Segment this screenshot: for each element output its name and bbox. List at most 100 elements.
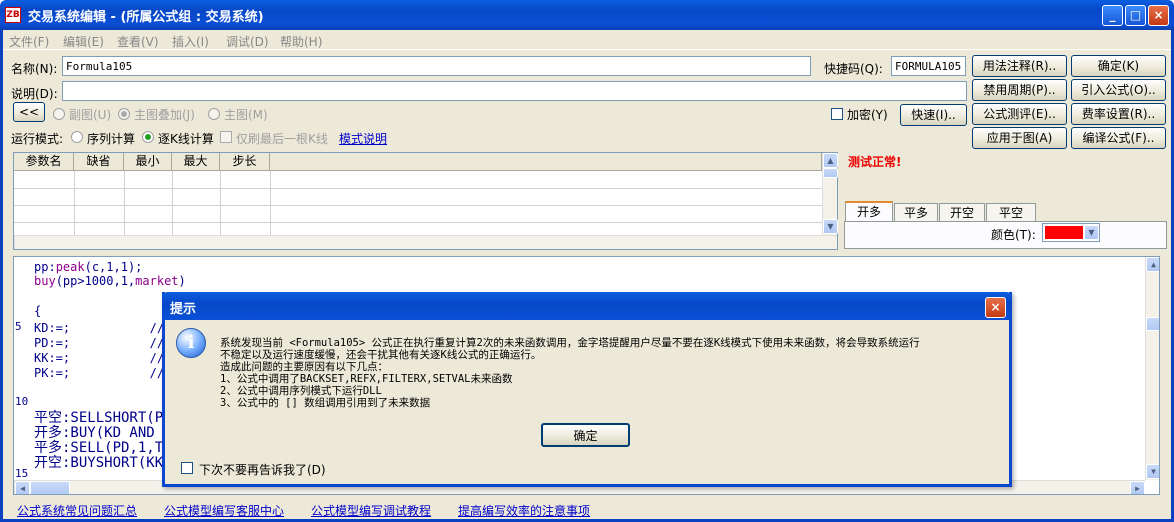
line-number: 15 xyxy=(15,467,29,480)
name-input[interactable]: Formula105 xyxy=(62,56,811,76)
support-center-link[interactable]: 公式模型编写客服中心 xyxy=(164,502,284,519)
color-select[interactable]: ▼ xyxy=(1042,223,1100,242)
info-icon: i xyxy=(176,328,206,358)
dialog-ok-button[interactable]: 确定 xyxy=(541,423,630,447)
col-header-max: 最大 xyxy=(172,153,220,171)
compile-formula-button[interactable]: 编译公式(F).. xyxy=(1071,127,1166,149)
collapse-button[interactable]: << xyxy=(13,102,45,122)
app-icon: ZB xyxy=(5,7,21,23)
sequence-mode-radio[interactable] xyxy=(71,131,83,143)
col-header-min: 最小 xyxy=(124,153,172,171)
editor-vscrollbar[interactable]: ▲ ▼ xyxy=(1145,257,1159,480)
test-status: 测试正常! xyxy=(848,155,902,169)
scroll-right-icon[interactable]: ▶ xyxy=(1130,481,1145,494)
mode-description-link[interactable]: 模式说明 xyxy=(339,130,387,147)
tab-open-long[interactable]: 开多 xyxy=(845,201,893,223)
param-table[interactable]: 参数名 缺省 最小 最大 步长 ▲ ▼ xyxy=(13,152,838,250)
subchart-radio xyxy=(53,108,65,120)
code-line: PK:=; //平 xyxy=(34,366,177,380)
scroll-down-icon[interactable]: ▼ xyxy=(823,219,838,234)
scroll-thumb[interactable] xyxy=(823,168,838,178)
tab-open-short[interactable]: 开空 xyxy=(939,203,985,223)
encrypt-checkbox[interactable] xyxy=(831,108,843,120)
code-line: { xyxy=(34,304,42,318)
dialog-message-line: 造成此问题的主要原因有以下几点： xyxy=(220,361,388,373)
shortcut-input[interactable]: FORMULA105 xyxy=(891,56,966,76)
dont-ask-label: 下次不要再告诉我了(D) xyxy=(199,463,326,477)
dialog-title-bar xyxy=(162,292,1012,320)
efficiency-tips-link[interactable]: 提高编写效率的注意事项 xyxy=(458,502,590,519)
scroll-up-icon[interactable]: ▲ xyxy=(823,153,838,168)
run-mode-label: 运行模式: xyxy=(11,132,64,146)
main-overlay-radio xyxy=(118,108,130,120)
tab-close-long[interactable]: 平多 xyxy=(894,203,938,223)
menu-view[interactable]: 查看(V) xyxy=(117,33,159,50)
kline-mode-label: 逐K线计算 xyxy=(158,132,214,146)
code-text: pp: xyxy=(34,260,56,274)
param-vscrollbar[interactable]: ▲ ▼ xyxy=(822,153,838,235)
tab-close-short[interactable]: 平空 xyxy=(986,203,1036,223)
import-formula-button[interactable]: 引入公式(O).. xyxy=(1071,79,1166,101)
desc-label: 说明(D): xyxy=(11,87,58,101)
sequence-mode-label: 序列计算 xyxy=(87,132,136,146)
dialog-message-line: 1、公式中调用了BACKSET,REFX,FILTERX,SETVAL未来函数 xyxy=(220,373,513,385)
dialog-title: 提示 xyxy=(170,302,197,317)
scroll-thumb[interactable] xyxy=(1146,317,1159,331)
window-title: 交易系统编辑 - (所属公式组 : 交易系统) xyxy=(28,10,264,25)
disable-period-button[interactable]: 禁用周期(P).. xyxy=(972,79,1067,101)
line-number: 10 xyxy=(15,395,29,408)
line-number: 5 xyxy=(15,320,22,333)
col-header-name: 参数名 xyxy=(14,153,74,171)
param-hscrollbar[interactable] xyxy=(14,235,837,249)
col-header-default: 缺省 xyxy=(74,153,124,171)
code-function: peak xyxy=(55,260,85,274)
subchart-label: 副图(U) xyxy=(69,108,112,122)
apply-to-chart-button[interactable]: 应用于图(A) xyxy=(972,127,1067,149)
dialog-message-line: 系统发现当前 <Formula105> 公式正在执行重复计算2次的未来函数调用，… xyxy=(220,337,920,349)
refresh-last-checkbox xyxy=(220,131,232,143)
close-button[interactable]: × xyxy=(1148,5,1169,26)
menu-edit[interactable]: 编辑(E) xyxy=(63,33,104,50)
param-table-grid xyxy=(14,171,822,237)
color-label: 颜色(T): xyxy=(991,228,1036,242)
quick-button[interactable]: 快速(I).. xyxy=(900,104,967,126)
name-label: 名称(N): xyxy=(11,62,58,76)
scroll-left-icon[interactable]: ◀ xyxy=(15,481,30,494)
dialog-message-line: 3、公式中的 [] 数组调用引用到了未来数据 xyxy=(220,397,431,409)
color-swatch xyxy=(1045,226,1083,239)
code-function: buy xyxy=(34,274,56,288)
menu-debug[interactable]: 调试(D) xyxy=(226,33,269,50)
code-text: (c,1,1); xyxy=(84,260,143,274)
main-chart-label: 主图(M) xyxy=(224,108,268,122)
main-chart-radio xyxy=(208,108,220,120)
tutorial-link[interactable]: 公式模型编写调试教程 xyxy=(311,502,431,519)
col-header-spacer xyxy=(270,153,822,171)
dialog-message-line: 不稳定以及运行速度缓慢，还会干扰其他有关逐K线公式的正确运行。 xyxy=(220,349,542,361)
fee-settings-button[interactable]: 费率设置(R).. xyxy=(1071,103,1166,125)
menu-insert[interactable]: 插入(I) xyxy=(172,33,209,50)
minimize-button[interactable]: _ xyxy=(1102,5,1123,26)
main-overlay-label: 主图叠加(J) xyxy=(134,108,195,122)
maximize-button[interactable]: □ xyxy=(1125,5,1146,26)
faq-link[interactable]: 公式系统常见问题汇总 xyxy=(17,502,137,519)
formula-evaluate-button[interactable]: 公式测评(E).. xyxy=(972,103,1067,125)
scroll-down-icon[interactable]: ▼ xyxy=(1146,464,1159,479)
shortcut-label: 快捷码(Q): xyxy=(824,62,883,76)
encrypt-label: 加密(Y) xyxy=(847,108,888,122)
ok-button[interactable]: 确定(K) xyxy=(1071,55,1166,77)
desc-input[interactable] xyxy=(62,81,967,101)
col-header-step: 步长 xyxy=(220,153,270,171)
refresh-last-label: 仅刷最后一根K线 xyxy=(236,132,328,146)
kline-mode-radio[interactable] xyxy=(142,131,154,143)
scroll-thumb[interactable] xyxy=(30,481,70,494)
usage-notes-button[interactable]: 用法注释(R).. xyxy=(972,55,1067,77)
chevron-down-icon[interactable]: ▼ xyxy=(1084,225,1099,240)
scroll-up-icon[interactable]: ▲ xyxy=(1146,257,1159,272)
menu-help[interactable]: 帮助(H) xyxy=(280,33,322,50)
code-text: (pp>1000,1, xyxy=(55,274,136,288)
menu-file[interactable]: 文件(F) xyxy=(9,33,49,50)
code-text: ) xyxy=(178,274,186,288)
dont-ask-checkbox[interactable] xyxy=(181,462,193,474)
dialog-close-icon[interactable]: × xyxy=(985,297,1006,318)
code-function: market xyxy=(135,274,179,288)
